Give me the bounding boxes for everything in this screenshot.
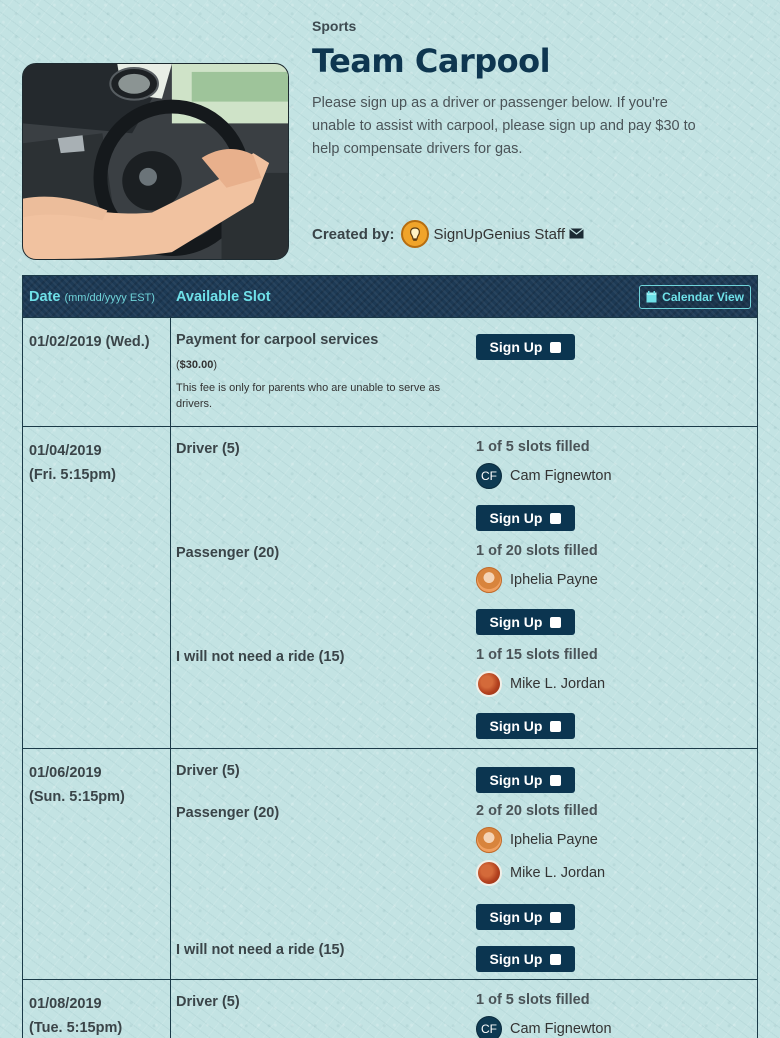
avatar: CF — [476, 463, 502, 489]
slot-name: Passenger (20) — [176, 545, 280, 561]
checkbox-icon — [550, 774, 562, 786]
slot-date: 01/04/2019 (Fri. 5:15pm) — [23, 427, 171, 748]
table-row: 01/08/2019 (Tue. 5:15pm) Driver (5) 1 of… — [23, 980, 757, 1038]
calendar-icon — [646, 291, 657, 303]
table-row: 01/06/2019 (Sun. 5:15pm) Driver (5) Sign… — [23, 749, 757, 980]
page-title: Team Carpool — [312, 42, 551, 80]
signed-up-person: Mike L. Jordan — [476, 671, 605, 697]
checkbox-icon — [550, 911, 562, 923]
signup-button[interactable]: Sign Up — [476, 767, 575, 793]
email-icon[interactable] — [569, 226, 584, 243]
slots-filled: 1 of 5 slots filled — [476, 992, 590, 1008]
slots-filled: 1 of 20 slots filled — [476, 543, 598, 559]
page-description: Please sign up as a driver or passenger … — [312, 95, 696, 157]
checkbox-icon — [550, 512, 562, 524]
signup-button[interactable]: Sign Up — [476, 334, 575, 360]
checkbox-icon — [550, 616, 562, 628]
signed-up-person: CF Cam Fignewton — [476, 1016, 612, 1038]
table-row: 01/04/2019 (Fri. 5:15pm) Driver (5) 1 of… — [23, 427, 757, 749]
calendar-view-button[interactable]: Calendar View — [639, 285, 751, 309]
checkbox-icon — [550, 720, 562, 732]
avatar — [476, 567, 502, 593]
slot-date: 01/08/2019 (Tue. 5:15pm) — [23, 980, 171, 1038]
date-column-header: Date (mm/dd/yyyy EST) — [29, 288, 155, 305]
signed-up-person: Iphelia Payne — [476, 827, 598, 853]
slots-filled: 1 of 15 slots filled — [476, 647, 598, 663]
person-name: Cam Fignewton — [510, 1021, 612, 1037]
signed-up-person: Mike L. Jordan — [476, 860, 605, 886]
person-name: Mike L. Jordan — [510, 676, 606, 692]
date-format-hint: (mm/dd/yyyy EST) — [64, 291, 155, 304]
slots-filled: 1 of 5 slots filled — [476, 439, 590, 455]
signup-button[interactable]: Sign Up — [476, 505, 575, 531]
person-name: Cam Fignewton — [510, 468, 612, 484]
checkbox-icon — [550, 341, 562, 353]
signed-up-person: Iphelia Payne — [476, 567, 598, 593]
person-name: Iphelia Payne — [510, 832, 598, 848]
avatar: CF — [476, 1016, 502, 1038]
table-header: Date (mm/dd/yyyy EST) Available Slot Cal… — [23, 276, 757, 318]
slot-name: Payment for carpool services — [176, 332, 379, 348]
avatar — [476, 671, 502, 697]
slot-column-header: Available Slot — [176, 288, 271, 305]
avatar — [476, 860, 502, 886]
slot-date: 01/06/2019 (Sun. 5:15pm) — [23, 749, 171, 979]
table-row: 01/02/2019 (Wed.) Payment for carpool se… — [23, 318, 757, 427]
signupgenius-logo-icon — [400, 220, 429, 248]
creator-name[interactable]: SignUpGenius Staff — [434, 226, 565, 243]
person-name: Mike L. Jordan — [510, 865, 606, 881]
avatar — [476, 827, 502, 853]
slot-name: Passenger (20) — [176, 805, 280, 821]
slot-name: I will not need a ride (15) — [176, 649, 345, 665]
slot-note: This fee is only for parents who are una… — [176, 382, 441, 410]
category-label: Sports — [312, 18, 357, 34]
person-name: Iphelia Payne — [510, 572, 598, 588]
slot-name: I will not need a ride (15) — [176, 942, 345, 958]
hero-image — [22, 63, 289, 260]
slot-date: 01/02/2019 (Wed.) — [23, 318, 171, 426]
slot-price: ($30.00) — [176, 359, 217, 371]
checkbox-icon — [550, 953, 562, 965]
signup-button[interactable]: Sign Up — [476, 713, 575, 739]
signup-table: Date (mm/dd/yyyy EST) Available Slot Cal… — [22, 275, 758, 1038]
signup-button[interactable]: Sign Up — [476, 946, 575, 972]
signup-button[interactable]: Sign Up — [476, 904, 575, 930]
slots-filled: 2 of 20 slots filled — [476, 803, 598, 819]
signed-up-person: CF Cam Fignewton — [476, 463, 612, 489]
signup-button[interactable]: Sign Up — [476, 609, 575, 635]
slot-name: Driver (5) — [176, 441, 240, 457]
created-by-label: Created by: — [312, 225, 395, 243]
slot-name: Driver (5) — [176, 763, 240, 779]
slot-name: Driver (5) — [176, 994, 240, 1010]
created-by: Created by: SignUpGenius Staff — [312, 220, 584, 248]
